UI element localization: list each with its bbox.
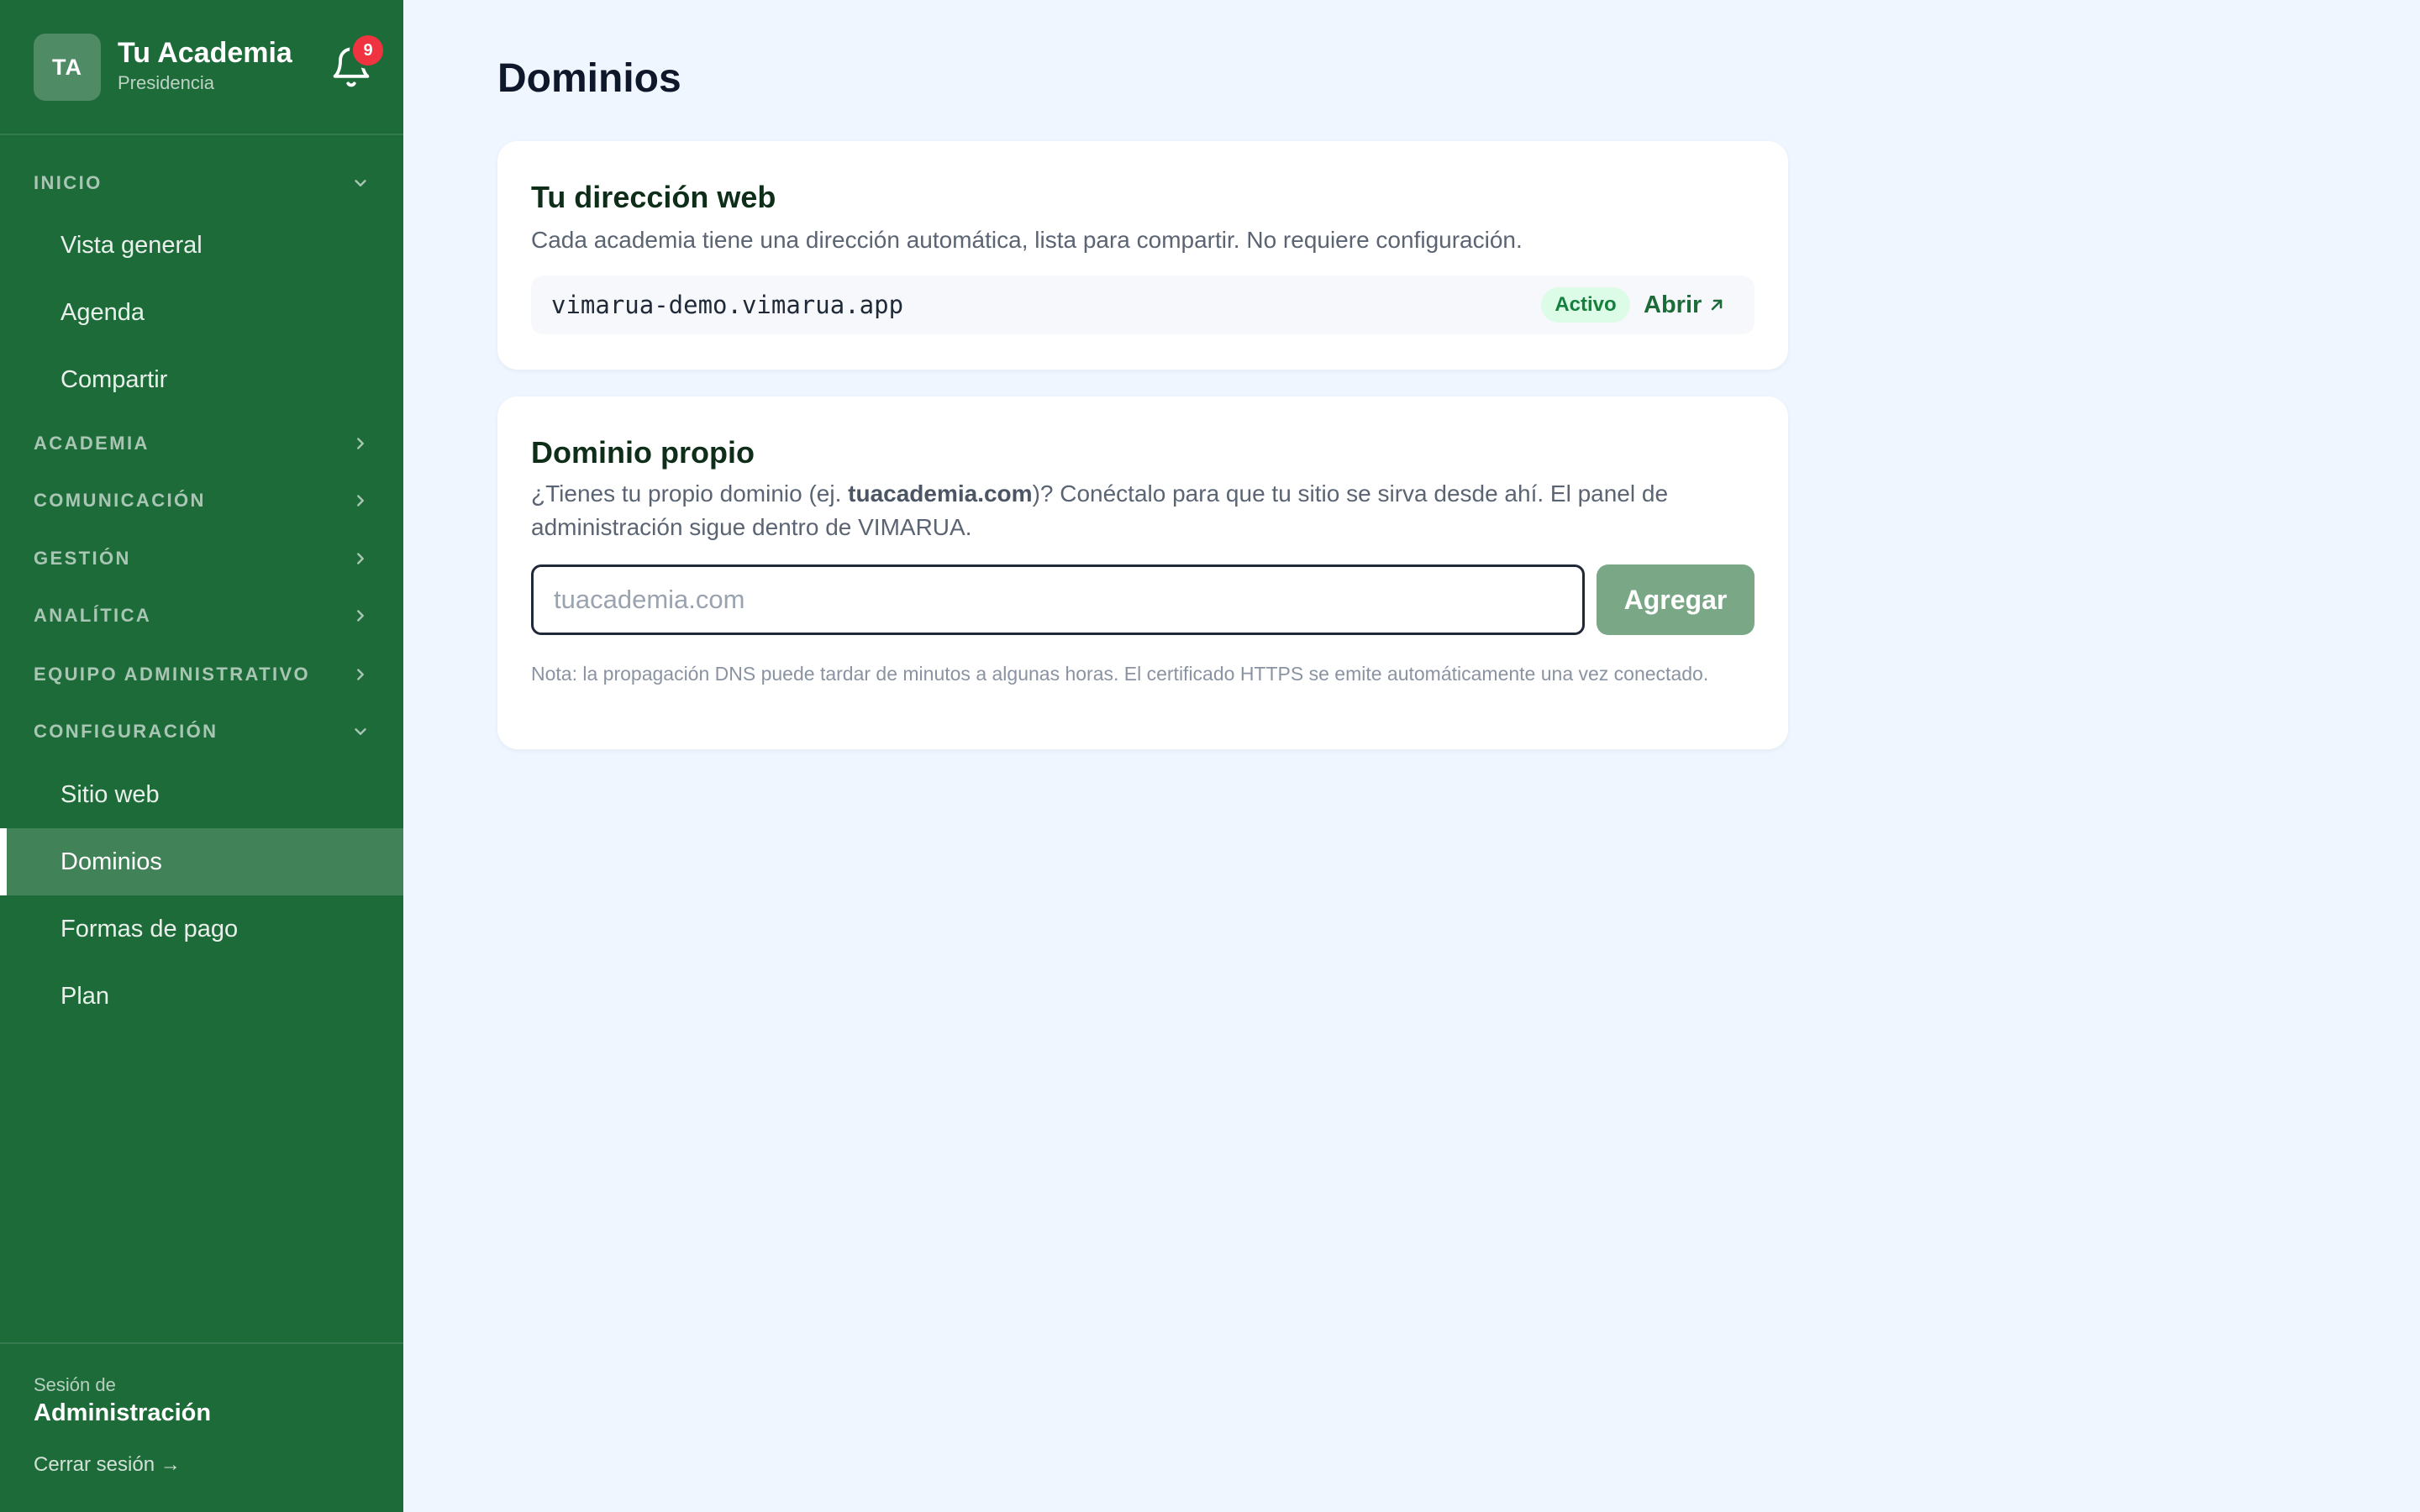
- sidebar-section-academia[interactable]: ACADEMIA: [34, 427, 370, 460]
- sidebar-section-configuracion[interactable]: CONFIGURACIÓN: [34, 715, 370, 748]
- sidebar-item-label: Agenda: [60, 298, 145, 326]
- web-address-url: vimarua-demo.vimarua.app: [551, 291, 904, 319]
- sidebar-item-vista-general[interactable]: Vista general: [0, 212, 403, 279]
- sidebar-item-label: Vista general: [60, 231, 203, 259]
- session-role: Administración: [34, 1399, 212, 1426]
- web-address-title: Tu dirección web: [531, 180, 776, 214]
- academy-avatar: TA: [34, 34, 101, 101]
- page-title: Dominios: [497, 56, 681, 101]
- chevron-right-icon: [357, 553, 364, 564]
- sidebar-section-label: GESTIÓN: [34, 548, 131, 569]
- chevron-down-icon: [355, 180, 366, 186]
- sidebar-item-label: Compartir: [60, 365, 168, 393]
- notifications-count-badge: 9: [350, 32, 387, 69]
- sidebar-item-label: Plan: [60, 982, 110, 1010]
- academy-name: Tu Academia: [118, 37, 292, 69]
- sidebar-section-inicio[interactable]: INICIO: [34, 166, 370, 200]
- sidebar-section-comunicacion[interactable]: COMUNICACIÓN: [34, 484, 370, 517]
- open-site-label: Abrir: [1644, 291, 1702, 318]
- academy-role: Presidencia: [118, 72, 214, 93]
- sidebar-section-analitica[interactable]: ANALÍTICA: [34, 599, 370, 633]
- custom-domain-example: tuacademia.com: [848, 480, 1033, 507]
- sidebar-section-label: CONFIGURACIÓN: [34, 721, 218, 742]
- open-site-link[interactable]: Abrir: [1644, 276, 1725, 334]
- session-label: Sesión de: [34, 1374, 116, 1395]
- sidebar-item-label: Dominios: [60, 848, 162, 875]
- sidebar-section-label: COMUNICACIÓN: [34, 490, 206, 511]
- status-badge: Activo: [1541, 287, 1630, 323]
- sidebar-item-compartir[interactable]: Compartir: [0, 346, 403, 413]
- custom-domain-description: ¿Tienes tu propio dominio (ej. tuacademi…: [531, 477, 1754, 544]
- chevron-right-icon: [357, 669, 364, 680]
- sidebar-item-plan[interactable]: Plan: [0, 963, 403, 1030]
- sidebar-section-gestion[interactable]: GESTIÓN: [34, 542, 370, 575]
- custom-domain-input[interactable]: [531, 564, 1585, 635]
- chevron-right-icon: [357, 495, 364, 507]
- add-domain-button[interactable]: Agregar: [1597, 564, 1754, 635]
- sidebar-item-dominios[interactable]: Dominios: [0, 828, 403, 895]
- custom-domain-desc-before: ¿Tienes tu propio dominio (ej.: [531, 480, 849, 507]
- sidebar: TA Tu Academia Presidencia 9 INICIO Vist…: [0, 0, 403, 1512]
- sidebar-footer: Sesión de Administración Cerrar sesión →: [0, 1342, 403, 1512]
- sidebar-item-sitio-web[interactable]: Sitio web: [0, 761, 403, 828]
- web-address-description: Cada academia tiene una dirección automá…: [531, 227, 1523, 253]
- custom-domain-card: Dominio propio ¿Tienes tu propio dominio…: [497, 396, 1788, 749]
- chevron-down-icon: [355, 728, 366, 735]
- sidebar-section-label: ACADEMIA: [34, 433, 150, 454]
- arrow-up-right-icon: [1711, 299, 1723, 311]
- sidebar-item-label: Formas de pago: [60, 915, 239, 942]
- logout-link[interactable]: Cerrar sesión →: [34, 1453, 181, 1477]
- sidebar-brand: TA Tu Academia Presidencia 9: [0, 0, 403, 135]
- sidebar-item-label: Sitio web: [60, 780, 160, 808]
- sidebar-item-formas-de-pago[interactable]: Formas de pago: [0, 895, 403, 963]
- sidebar-item-agenda[interactable]: Agenda: [0, 279, 403, 346]
- chevron-right-icon: [357, 610, 364, 622]
- sidebar-section-equipo-administrativo[interactable]: EQUIPO ADMINISTRATIVO: [34, 658, 370, 691]
- sidebar-section-label: INICIO: [34, 172, 103, 193]
- sidebar-section-label: EQUIPO ADMINISTRATIVO: [34, 664, 311, 685]
- dns-note: Nota: la propagación DNS puede tardar de…: [531, 663, 1709, 685]
- sidebar-section-label: ANALÍTICA: [34, 605, 152, 626]
- web-address-box: vimarua-demo.vimarua.app Activo Abrir: [531, 276, 1754, 334]
- custom-domain-title: Dominio propio: [531, 435, 755, 470]
- chevron-right-icon: [357, 438, 364, 449]
- web-address-card: Tu dirección web Cada academia tiene una…: [497, 141, 1788, 370]
